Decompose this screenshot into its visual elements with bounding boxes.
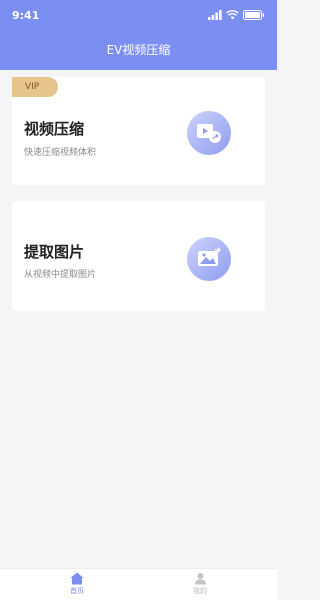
tab-home[interactable]: 首页 bbox=[57, 572, 97, 596]
signal-icon bbox=[208, 10, 222, 20]
page-title: EV视频压缩 bbox=[106, 43, 171, 57]
image-extract-icon[interactable] bbox=[187, 237, 231, 281]
app-header: 9:41 EV视频压缩 bbox=[0, 0, 277, 70]
status-time: 9:41 bbox=[12, 9, 40, 22]
home-icon bbox=[70, 572, 84, 585]
tab-bar: 首页 我的 bbox=[0, 568, 277, 600]
battery-icon bbox=[243, 10, 265, 20]
tab-mine-label: 我的 bbox=[193, 587, 207, 595]
vip-badge: VIP bbox=[12, 77, 58, 97]
user-icon bbox=[194, 573, 206, 585]
extract-image-subtitle: 从视频中提取图片 bbox=[24, 270, 97, 280]
video-compress-subtitle: 快速压缩视频体积 bbox=[24, 148, 97, 158]
status-icons bbox=[208, 9, 265, 21]
wifi-icon bbox=[226, 10, 239, 20]
video-compress-icon[interactable] bbox=[187, 111, 231, 155]
status-bar: 9:41 bbox=[0, 0, 277, 28]
video-compress-title: 视频压缩 bbox=[24, 120, 85, 138]
tab-mine[interactable]: 我的 bbox=[180, 572, 220, 596]
tab-home-label: 首页 bbox=[70, 587, 84, 595]
extract-image-title: 提取图片 bbox=[24, 243, 85, 261]
